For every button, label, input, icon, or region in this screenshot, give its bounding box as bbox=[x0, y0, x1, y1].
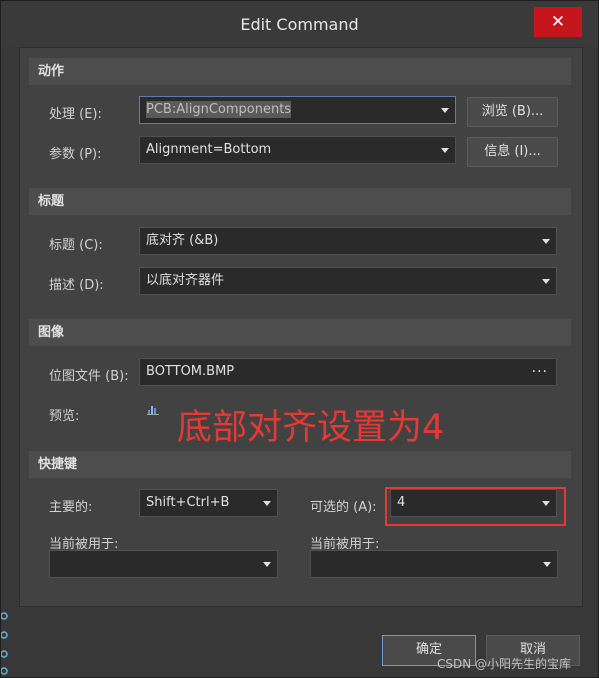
close-button[interactable]: ✕ bbox=[534, 7, 582, 37]
process-label: 处理 (E): bbox=[49, 107, 102, 122]
browse-button[interactable]: 浏览 (B)... bbox=[467, 97, 558, 127]
bitmap-file-field[interactable]: BOTTOM.BMP ··· bbox=[139, 358, 557, 386]
dialog-title: Edit Command bbox=[240, 15, 359, 34]
params-value: Alignment=Bottom bbox=[146, 142, 272, 157]
primary-shortcut-value: Shift+Ctrl+B bbox=[146, 495, 230, 510]
chevron-down-icon bbox=[542, 239, 550, 244]
description-label: 描述 (D): bbox=[49, 278, 104, 293]
preview-label: 预览: bbox=[49, 409, 80, 424]
description-value: 以底对齐器件 bbox=[146, 273, 225, 288]
chevron-down-icon bbox=[542, 279, 550, 284]
params-label: 参数 (P): bbox=[49, 147, 102, 162]
chevron-down-icon bbox=[441, 108, 449, 113]
process-value: PCB:AlignComponents bbox=[146, 101, 292, 118]
chevron-down-icon bbox=[263, 501, 271, 506]
more-icon[interactable]: ··· bbox=[532, 359, 548, 385]
process-dropdown[interactable]: PCB:AlignComponents bbox=[139, 96, 456, 124]
info-button[interactable]: 信息 (I)... bbox=[467, 137, 558, 167]
chevron-down-icon bbox=[441, 148, 449, 153]
chevron-down-icon bbox=[263, 562, 271, 567]
alt-shortcut-label: 可选的 (A): bbox=[310, 500, 377, 515]
bitmap-value: BOTTOM.BMP bbox=[146, 364, 235, 379]
caption-dropdown[interactable]: 底对齐 (&B) bbox=[139, 227, 557, 255]
close-icon: ✕ bbox=[550, 12, 566, 32]
edit-command-dialog: Edit Command ✕ 动作 处理 (E): PCB:AlignCompo… bbox=[0, 0, 599, 678]
section-header-image: 图像 bbox=[29, 319, 571, 346]
params-dropdown[interactable]: Alignment=Bottom bbox=[139, 136, 456, 164]
section-header-caption: 标题 bbox=[29, 188, 571, 215]
annotation-text: 底部对齐设置为4 bbox=[177, 408, 445, 448]
section-header-shortcut: 快捷键 bbox=[29, 451, 571, 478]
section-header-action: 动作 bbox=[29, 58, 571, 85]
description-dropdown[interactable]: 以底对齐器件 bbox=[139, 267, 557, 295]
highlight-box bbox=[385, 487, 566, 526]
title-bar: Edit Command ✕ bbox=[1, 1, 598, 47]
background-edge-decoration bbox=[1, 612, 8, 675]
bitmap-preview-icon bbox=[147, 406, 159, 415]
watermark: CSDN @小阳先生的宝库 bbox=[437, 657, 572, 671]
primary-used-dropdown[interactable] bbox=[49, 550, 278, 578]
bitmap-label: 位图文件 (B): bbox=[49, 369, 129, 384]
dialog-body: 动作 处理 (E): PCB:AlignComponents 浏览 (B)...… bbox=[19, 47, 583, 607]
primary-shortcut-dropdown[interactable]: Shift+Ctrl+B bbox=[139, 489, 278, 517]
primary-shortcut-label: 主要的: bbox=[49, 500, 93, 515]
caption-value: 底对齐 (&B) bbox=[146, 233, 219, 248]
alt-used-dropdown[interactable] bbox=[310, 550, 558, 578]
chevron-down-icon bbox=[543, 562, 551, 567]
caption-label: 标题 (C): bbox=[49, 238, 103, 253]
